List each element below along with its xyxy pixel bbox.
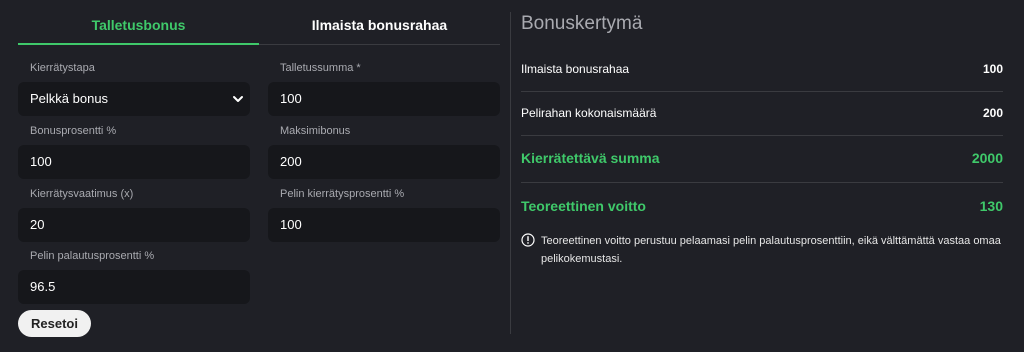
summary-key: Pelirahan kokonaismäärä xyxy=(521,106,657,120)
summary-key: Ilmaista bonusrahaa xyxy=(521,62,630,76)
bonus-percent-field: Bonusprosentti % 100 xyxy=(18,123,250,179)
summary-key: Kierrätettävä summa xyxy=(521,150,660,166)
wagering-method-value: Pelkkä bonus xyxy=(30,91,109,106)
game-rtp-input[interactable]: 96.5 xyxy=(18,270,250,304)
summary-title: Bonuskertymä xyxy=(521,13,643,34)
summary-value: 100 xyxy=(982,62,1003,76)
wagering-method-field: Kierrätystapa Pelkkä bonus xyxy=(18,60,250,116)
summary-value: 200 xyxy=(982,106,1003,120)
game-wagering-percent-field: Pelin kierrätysprosentti % 100 xyxy=(268,186,500,242)
tab-bar: Talletusbonus Ilmaista bonusrahaa xyxy=(18,6,500,46)
summary-row-wagering-amount: Kierrätettävä summa 2000 xyxy=(521,150,1003,166)
max-bonus-field: Maksimibonus 200 xyxy=(268,123,500,179)
chevron-down-icon xyxy=(233,96,243,102)
max-bonus-label: Maksimibonus xyxy=(280,125,351,137)
game-wagering-percent-input[interactable]: 100 xyxy=(268,208,500,242)
column-divider xyxy=(510,12,511,334)
tab-deposit-bonus[interactable]: Talletusbonus xyxy=(18,6,259,45)
summary-row-theoretical-win: Teoreettinen voitto 130 xyxy=(521,198,1003,214)
game-wagering-percent-label: Pelin kierrätysprosentti % xyxy=(280,188,405,200)
summary-note: Teoreettinen voitto perustuu pelaamasi p… xyxy=(521,232,1003,268)
deposit-amount-label: Talletussumma * xyxy=(280,62,361,74)
tab-free-bonus-money[interactable]: Ilmaista bonusrahaa xyxy=(259,6,500,45)
reset-button[interactable]: Resetoi xyxy=(18,310,91,337)
wagering-method-select[interactable]: Pelkkä bonus xyxy=(18,82,250,116)
game-rtp-field: Pelin palautusprosentti % 96.5 xyxy=(18,248,250,304)
bonus-summary-panel: Bonuskertymä Ilmaista bonusrahaa 100 Pel… xyxy=(521,0,1003,352)
wagering-requirement-field: Kierrätysvaatimus (x) 20 xyxy=(18,186,250,242)
game-rtp-label: Pelin palautusprosentti % xyxy=(30,250,155,262)
calculator-form: Talletusbonus Ilmaista bonusrahaa Kierrä… xyxy=(0,0,510,352)
summary-value: 130 xyxy=(979,198,1003,214)
divider xyxy=(521,182,1003,183)
summary-note-text: Teoreettinen voitto perustuu pelaamasi p… xyxy=(541,235,1001,265)
divider xyxy=(521,135,1003,136)
wagering-requirement-input[interactable]: 20 xyxy=(18,208,250,242)
bonus-percent-label: Bonusprosentti % xyxy=(30,125,117,137)
deposit-amount-input[interactable]: 100 xyxy=(268,82,500,116)
wagering-requirement-label: Kierrätysvaatimus (x) xyxy=(30,188,134,200)
summary-key: Teoreettinen voitto xyxy=(521,198,646,214)
info-icon xyxy=(521,233,535,247)
bonus-percent-input[interactable]: 100 xyxy=(18,145,250,179)
deposit-amount-field: Talletussumma * 100 xyxy=(268,60,500,116)
summary-row-total-game-money: Pelirahan kokonaismäärä 200 xyxy=(521,106,1003,120)
max-bonus-input[interactable]: 200 xyxy=(268,145,500,179)
divider xyxy=(521,91,1003,92)
summary-value: 2000 xyxy=(971,150,1003,166)
wagering-method-label: Kierrätystapa xyxy=(30,62,95,74)
summary-row-free-bonus: Ilmaista bonusrahaa 100 xyxy=(521,62,1003,76)
